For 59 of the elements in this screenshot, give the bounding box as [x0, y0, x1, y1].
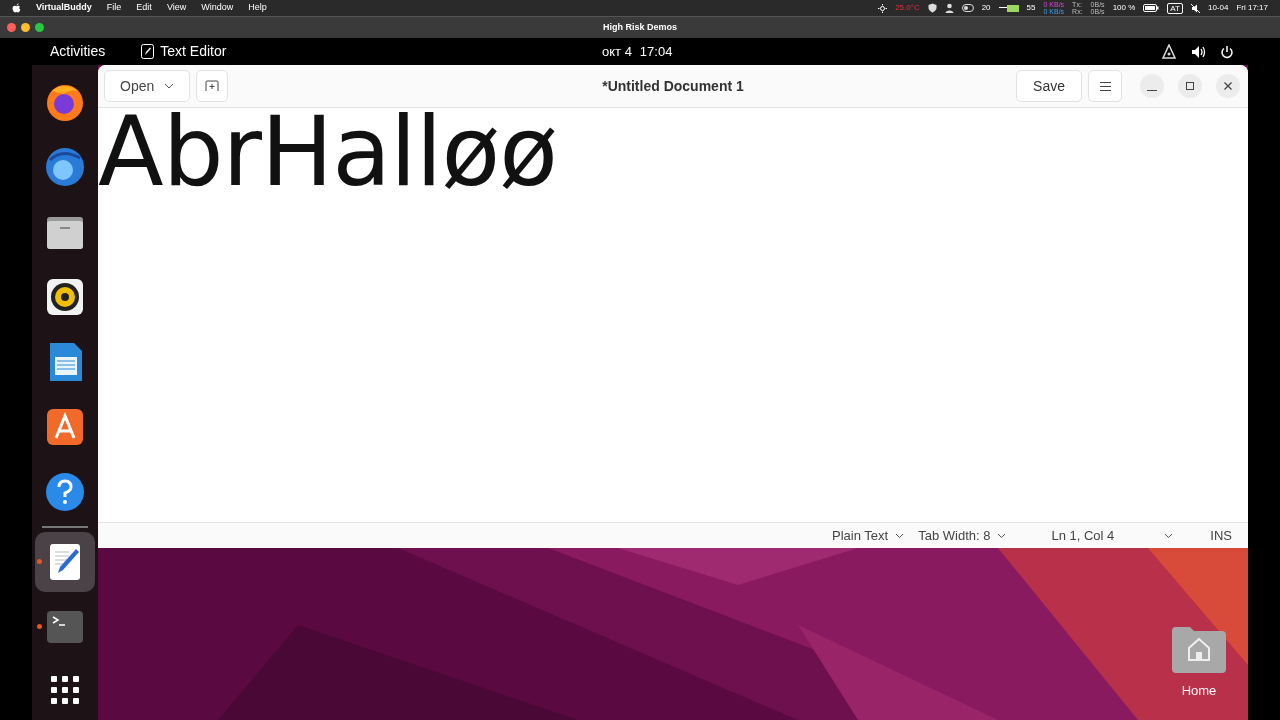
window-title: High Risk Demos: [602, 20, 678, 34]
help-icon: [44, 471, 86, 513]
pencil-icon: [141, 44, 155, 59]
new-tab-icon: [205, 80, 220, 92]
language-menu[interactable]: Plain Text: [832, 525, 905, 546]
desktop-icon-label[interactable]: Home: [1181, 681, 1217, 701]
close-button[interactable]: [7, 23, 16, 32]
tab-width-menu[interactable]: Tab Width: 8: [918, 525, 1007, 546]
menu-item[interactable]: Edit: [136, 1, 152, 15]
save-button[interactable]: Save: [1016, 70, 1082, 102]
chevron-down-icon: [895, 532, 905, 539]
status-text: 55: [1026, 2, 1036, 14]
menu-icon: [1099, 81, 1111, 91]
dock-item[interactable]: [35, 532, 95, 592]
minimize-button[interactable]: [21, 23, 30, 32]
menu-item[interactable]: Help: [248, 1, 267, 15]
input-source-indicator[interactable]: AT: [1167, 2, 1183, 14]
close-icon: [1223, 81, 1233, 91]
level-meter-icon: [998, 4, 1019, 12]
temperature-reading: 25.0°C: [895, 2, 920, 14]
document-title: *Untitled Document 1: [601, 76, 745, 96]
maximize-icon: [1185, 81, 1195, 91]
zoom-button[interactable]: [35, 23, 44, 32]
mute-icon: [1190, 3, 1200, 13]
chevron-down-icon: [164, 83, 175, 89]
apple-icon: [12, 3, 21, 13]
speaker-icon: [44, 276, 86, 318]
minimize-icon: [1147, 89, 1157, 91]
chevron-down-icon: [997, 532, 1007, 539]
person-icon: [944, 3, 954, 13]
status-text: 10-04: [1207, 2, 1229, 14]
menu-item[interactable]: File: [106, 1, 122, 15]
clock-button[interactable]: окт 4 17:04: [602, 41, 673, 62]
document-text: AbrHalløø: [98, 104, 557, 200]
cursor-position-menu[interactable]: Ln 1, Col 4: [1051, 525, 1174, 546]
menu-button[interactable]: [1088, 70, 1122, 102]
maximize-button[interactable]: [1178, 74, 1202, 98]
app-menu[interactable]: Text Editor: [141, 41, 227, 62]
open-button[interactable]: Open: [104, 70, 191, 102]
home-folder-icon: [1172, 625, 1226, 673]
new-tab-button[interactable]: [196, 70, 229, 102]
shield-icon: [927, 3, 937, 13]
store-icon: [44, 406, 86, 448]
status-text: Fri 17:17: [1236, 2, 1268, 14]
close-button[interactable]: [1216, 74, 1240, 98]
volume-icon: [1191, 44, 1206, 59]
battery-icon: [1143, 4, 1160, 12]
status-text: 20: [981, 2, 991, 14]
status-text: 100 %: [1112, 2, 1136, 14]
toggle-icon: [961, 4, 974, 12]
app-menu[interactable]: VirtualBuddy: [36, 1, 92, 15]
chevron-down-icon: [1164, 532, 1174, 539]
menu-item[interactable]: Window: [201, 1, 234, 15]
power-icon: [1220, 44, 1234, 59]
menu-item[interactable]: View: [166, 1, 187, 15]
show-apps-button[interactable]: [49, 674, 81, 706]
activities-button[interactable]: Activities: [48, 41, 108, 62]
grid-icon: [51, 676, 79, 704]
insert-mode-indicator: INS: [1210, 526, 1232, 545]
